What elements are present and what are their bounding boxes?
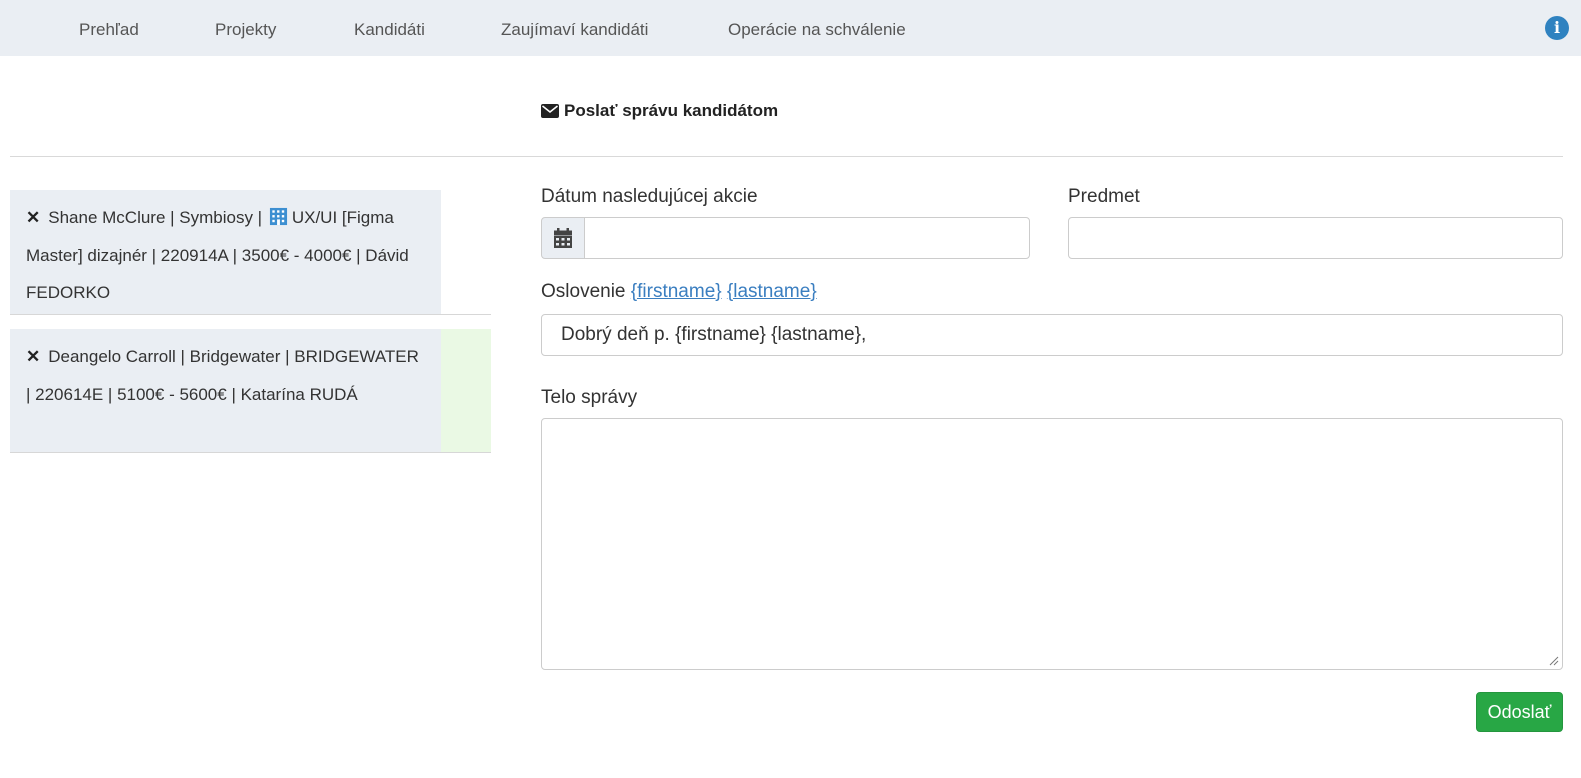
nav-item-operacie-na-schvalenie[interactable]: Operácie na schválenie [728, 20, 906, 40]
calendar-icon [554, 228, 572, 248]
candidate-card: ✕ Deangelo Carroll | Bridgewater | BRIDGE… [10, 329, 491, 453]
subject-input[interactable] [1068, 217, 1563, 259]
nav-item-prehlad[interactable]: Prehľad [79, 20, 139, 40]
subject-label: Predmet [1068, 186, 1140, 207]
building-icon [269, 207, 287, 226]
date-input[interactable] [584, 217, 1030, 259]
close-icon[interactable]: ✕ [26, 199, 40, 237]
lastname-token-link[interactable]: {lastname} [727, 281, 817, 302]
body-label: Telo správy [541, 387, 638, 408]
nav-item-kandidati[interactable]: Kandidáti [354, 20, 425, 40]
candidate-text: Deangelo Carroll | Bridgewater | BRIDGEW… [26, 347, 419, 404]
message-body-textarea[interactable] [541, 418, 1563, 670]
envelope-icon [541, 104, 559, 118]
divider [10, 156, 1563, 157]
greeting-label-text: Oslovenie [541, 281, 626, 302]
top-nav: Prehľad Projekty Kandidáti Zaujímaví kan… [0, 0, 1581, 56]
candidate-info: ✕ Shane McClure | Symbiosy | UX/UI [Figma… [10, 190, 441, 314]
candidate-status-area [441, 190, 491, 314]
info-circle-icon[interactable]: i [1545, 16, 1569, 40]
page-title-text: Poslať správu kandidátom [564, 101, 779, 120]
candidate-card: ✕ Shane McClure | Symbiosy | UX/UI [Figma… [10, 190, 491, 315]
date-label: Dátum nasledujúcej akcie [541, 186, 758, 207]
greeting-input[interactable] [541, 314, 1563, 356]
candidate-text: Shane McClure | Symbiosy | [48, 208, 263, 227]
nav-item-zaujimavi-kandidati[interactable]: Zaujímaví kandidáti [501, 20, 648, 40]
nav-item-projekty[interactable]: Projekty [215, 20, 276, 40]
greeting-label: Oslovenie {firstname} {lastname} [541, 281, 817, 303]
resize-grip-icon[interactable] [1549, 656, 1559, 666]
close-icon[interactable]: ✕ [26, 338, 40, 376]
page-title: Poslať správu kandidátom [541, 101, 778, 121]
candidate-info: ✕ Deangelo Carroll | Bridgewater | BRIDGE… [10, 329, 441, 452]
send-button[interactable]: Odoslať [1476, 692, 1563, 732]
calendar-button[interactable] [541, 217, 585, 259]
firstname-token-link[interactable]: {firstname} [631, 281, 722, 302]
candidate-status-area [441, 329, 491, 452]
